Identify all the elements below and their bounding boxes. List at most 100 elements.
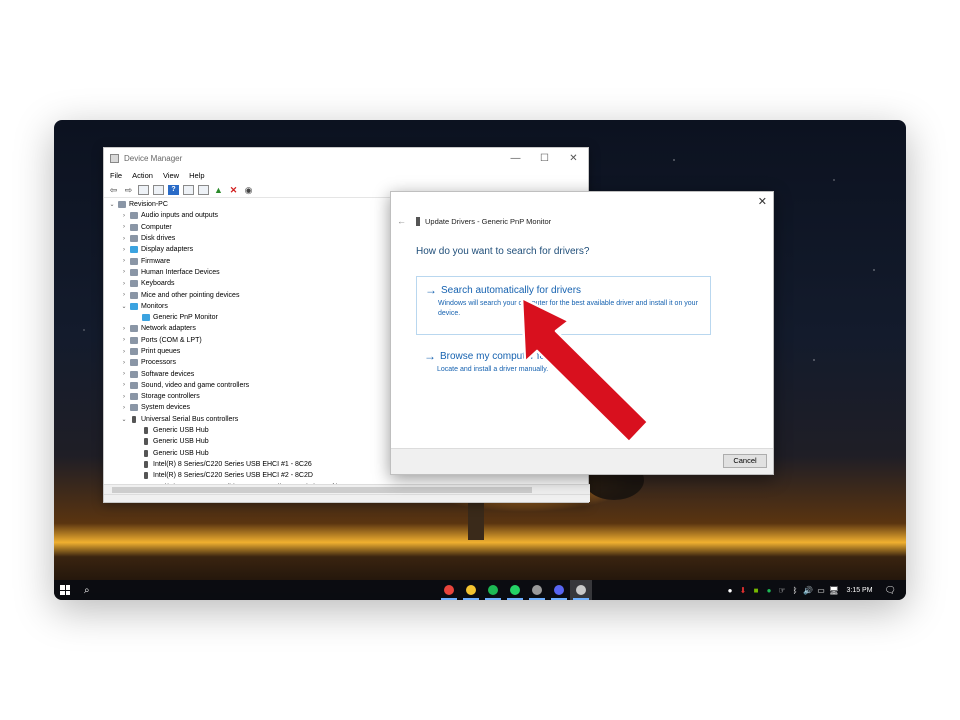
chevron-down-icon[interactable]: ⌄: [120, 416, 128, 423]
spotify-tray-icon[interactable]: ●: [762, 586, 775, 595]
whatsapp-icon[interactable]: [504, 580, 526, 600]
network-icon: [130, 325, 138, 333]
hid-icon: [130, 268, 138, 276]
network-icon[interactable]: 🖥: [827, 586, 840, 595]
file-explorer-icon[interactable]: [460, 580, 482, 600]
system-icon: [130, 404, 138, 412]
menu-help[interactable]: Help: [189, 171, 204, 180]
maximize-button[interactable]: ☐: [530, 153, 559, 164]
tree-item-label: Software devices: [141, 370, 195, 378]
chevron-right-icon[interactable]: ›: [120, 405, 128, 411]
details-icon[interactable]: [183, 184, 194, 195]
notification-icon[interactable]: 🗨: [885, 585, 896, 596]
spotify-icon[interactable]: [482, 580, 504, 600]
device-manager-icon[interactable]: [570, 580, 592, 600]
tree-item-label: Generic PnP Monitor: [153, 314, 218, 322]
menu-view[interactable]: View: [163, 171, 179, 180]
chevron-right-icon[interactable]: ›: [120, 394, 128, 400]
discord-glyph: [554, 585, 564, 595]
volume-icon[interactable]: 🔊: [801, 586, 814, 595]
help-icon[interactable]: ?: [168, 184, 179, 195]
download-icon[interactable]: ◉: [243, 185, 254, 195]
tree-item-label: Mice and other pointing devices: [141, 291, 240, 299]
tree-item-label: Audio inputs and outputs: [141, 212, 219, 220]
taskbar-apps: [438, 580, 592, 600]
tree-item-label: Storage controllers: [141, 393, 200, 401]
download-tray-icon[interactable]: ⬇: [736, 586, 749, 595]
tree-item-label: Disk drives: [141, 235, 176, 243]
software-icon: [130, 370, 138, 378]
computer-icon: [130, 223, 138, 231]
browse-computer-option[interactable]: → Browse my computer for drivers Locate …: [416, 343, 711, 375]
tree-item-label: Print queues: [141, 348, 181, 355]
menu-action[interactable]: Action: [132, 171, 153, 180]
update-drivers-dialog: ✕ ← Update Drivers - Generic PnP Monitor…: [390, 191, 774, 475]
update-driver-icon[interactable]: ▲: [213, 185, 224, 195]
discord-icon[interactable]: [548, 580, 570, 600]
chrome-icon[interactable]: [438, 580, 460, 600]
taskbar: ⌕ ● ⬇ ■ ● ☞ ᛒ 🔊 ▭ 🖥 3:15 PM 🗨: [54, 580, 906, 600]
device-icon: [416, 216, 420, 226]
monitor-icon: [130, 302, 138, 310]
status-bar: [104, 494, 590, 502]
epic-games-icon[interactable]: [526, 580, 548, 600]
chevron-right-icon[interactable]: ›: [120, 337, 128, 343]
dialog-footer: Cancel: [391, 448, 773, 474]
dialog-question: How do you want to search for drivers?: [416, 246, 590, 257]
keyboard-icon: [130, 280, 138, 288]
tree-item-label: Network adapters: [141, 325, 196, 333]
option-label: Search automatically for drivers: [441, 284, 582, 296]
close-icon[interactable]: ✕: [758, 195, 767, 208]
chevron-right-icon[interactable]: ›: [120, 258, 128, 264]
touchpad-icon[interactable]: ☞: [775, 586, 788, 595]
tree-item-label: Computer: [141, 223, 172, 231]
menu-bar: File Action View Help: [104, 168, 588, 182]
close-button[interactable]: ✕: [559, 153, 588, 164]
chevron-right-icon[interactable]: ›: [120, 247, 128, 253]
chevron-right-icon[interactable]: ›: [120, 224, 128, 230]
menu-file[interactable]: File: [110, 171, 122, 180]
bluetooth-icon[interactable]: ᛒ: [788, 586, 801, 595]
battery-icon[interactable]: ▭: [814, 586, 827, 595]
minimize-button[interactable]: —: [501, 153, 530, 164]
chevron-right-icon[interactable]: ›: [120, 281, 128, 287]
chevron-down-icon[interactable]: ⌄: [108, 201, 116, 208]
spotify-glyph: [488, 585, 498, 595]
back-arrow-icon[interactable]: ⇦: [108, 185, 119, 195]
discord-tray-icon[interactable]: ●: [723, 586, 736, 595]
forward-arrow-icon[interactable]: ⇨: [123, 185, 134, 195]
properties-icon[interactable]: [138, 184, 149, 195]
usb-icon: [144, 472, 148, 480]
tree-item-label: Keyboards: [141, 280, 175, 288]
option-label: Browse my computer for drivers: [440, 350, 582, 362]
back-arrow-icon[interactable]: ←: [397, 216, 406, 226]
chevron-right-icon[interactable]: ›: [120, 371, 128, 377]
horizontal-scrollbar[interactable]: [104, 484, 590, 494]
chevron-right-icon[interactable]: ›: [120, 213, 128, 219]
windows-start-icon[interactable]: [60, 585, 70, 595]
cancel-button[interactable]: Cancel: [723, 454, 767, 468]
uninstall-icon[interactable]: ✕: [228, 185, 239, 195]
chevron-right-icon[interactable]: ›: [120, 349, 128, 355]
whatsapp-glyph: [510, 585, 520, 595]
search-automatically-option[interactable]: → Search automatically for drivers Windo…: [416, 276, 711, 335]
dialog-title: Update Drivers - Generic PnP Monitor: [425, 216, 552, 226]
option-description: Windows will search your computer for th…: [438, 300, 698, 317]
chevron-right-icon[interactable]: ›: [120, 326, 128, 332]
scrollbar-thumb[interactable]: [112, 487, 532, 493]
storage-icon: [130, 393, 138, 401]
nvidia-icon[interactable]: ■: [749, 586, 762, 595]
tree-item-label: System devices: [141, 404, 191, 412]
chevron-right-icon[interactable]: ›: [120, 360, 128, 366]
chevron-right-icon[interactable]: ›: [120, 236, 128, 242]
chevron-right-icon[interactable]: ›: [120, 269, 128, 275]
scan-monitor-icon[interactable]: [198, 184, 209, 195]
tree-item-label: Revision-PC: [129, 201, 168, 209]
title-bar[interactable]: Device Manager — ☐ ✕: [104, 148, 588, 168]
clock[interactable]: 3:15 PM: [846, 587, 872, 594]
chevron-right-icon[interactable]: ›: [120, 382, 128, 388]
chevron-right-icon[interactable]: ›: [120, 292, 128, 298]
list-view-icon[interactable]: [153, 184, 164, 195]
chevron-down-icon[interactable]: ⌄: [120, 303, 128, 310]
search-icon[interactable]: ⌕: [84, 585, 90, 596]
